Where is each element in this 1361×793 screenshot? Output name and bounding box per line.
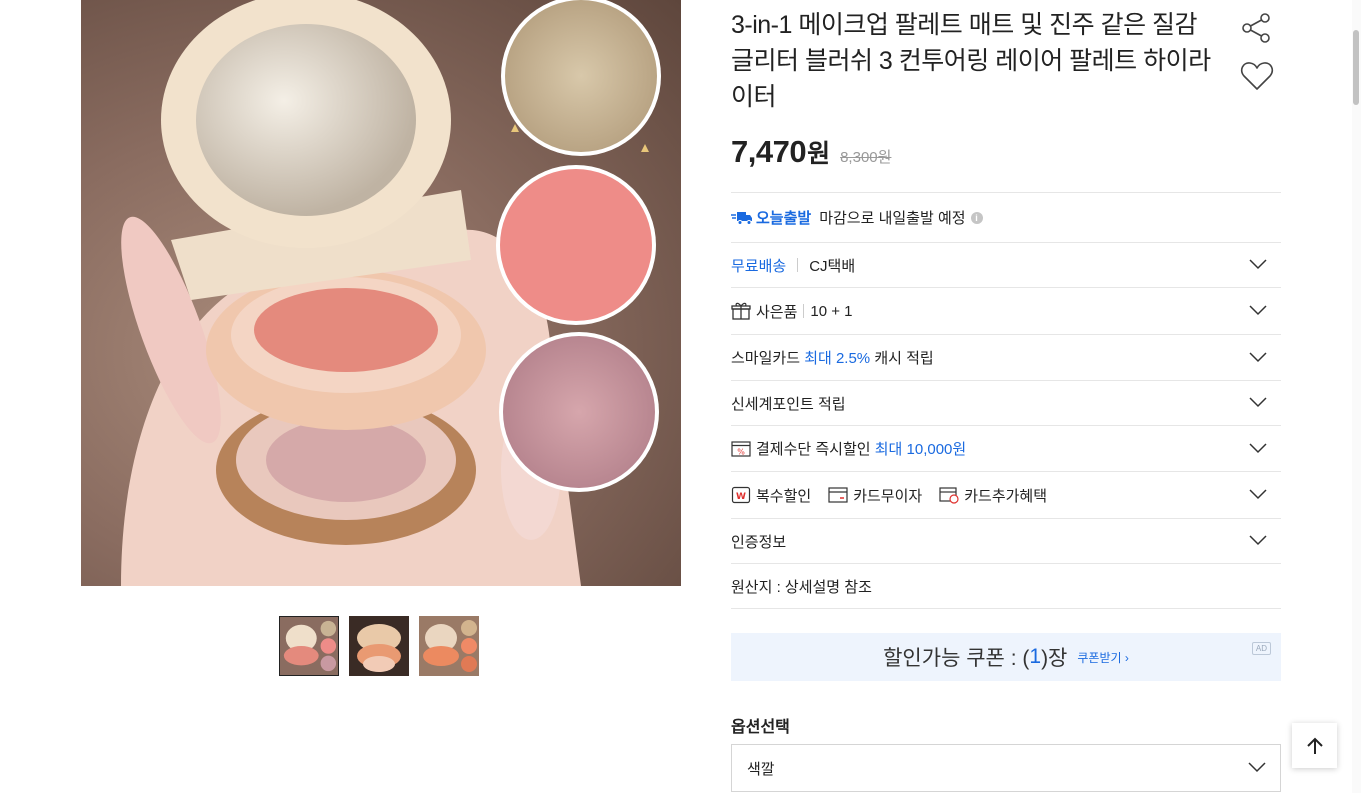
truck-icon — [731, 211, 752, 225]
benefit-rows: 오늘출발 마감으로 내일출발 예정 i 무료배송 CJ택배 사은품 10 + 1 — [731, 192, 1281, 609]
scroll-top-button[interactable] — [1292, 723, 1337, 768]
origin-row: 원산지 : 상세설명 참조 — [731, 564, 1281, 609]
smile-card-highlight: 최대 2.5% — [804, 350, 871, 367]
gift-icon — [731, 302, 751, 320]
chevron-down-icon[interactable] — [1249, 489, 1267, 500]
carrier-name: CJ택배 — [809, 257, 856, 275]
scrollbar-thumb[interactable] — [1353, 30, 1359, 105]
free-shipping-label: 무료배송 — [731, 257, 787, 275]
info-icon[interactable]: i — [970, 211, 983, 224]
certification-label: 인증정보 — [731, 533, 787, 551]
coupon-banner[interactable]: 할인가능 쿠폰 : ( 1 )장 쿠폰받기 › AD — [731, 633, 1281, 681]
chevron-down-icon[interactable] — [1249, 259, 1267, 270]
smile-card-prefix: 스마일카드 — [731, 350, 801, 367]
percent-card-icon: % — [731, 440, 751, 457]
ad-badge: AD — [1251, 642, 1271, 655]
today-delivery-row: 오늘출발 마감으로 내일출발 예정 i — [731, 193, 1281, 243]
get-coupon-link[interactable]: 쿠폰받기 › — [1077, 649, 1129, 666]
page-scrollbar[interactable] — [1352, 0, 1361, 793]
smile-card-suffix: 캐시 적립 — [874, 350, 934, 367]
points-label: 신세계포인트 적립 — [731, 395, 846, 413]
chevron-down-icon[interactable] — [1249, 535, 1267, 546]
option-label: 옵션선택 — [731, 719, 790, 736]
payment-label: 결제수단 즉시할인 — [756, 441, 871, 458]
coupon-prefix: 할인가능 쿠폰 : ( — [883, 647, 1030, 670]
points-row[interactable]: 신세계포인트 적립 — [731, 381, 1281, 426]
origin-label: 원산지 : 상세설명 참조 — [731, 578, 872, 596]
svg-text:%: % — [737, 447, 745, 456]
gift-row[interactable]: 사은품 10 + 1 — [731, 288, 1281, 335]
certification-row[interactable]: 인증정보 — [731, 519, 1281, 564]
gift-label: 사은품 — [756, 303, 798, 321]
option-selected-value: 색깔 — [747, 760, 775, 778]
multi-discount-label: 복수할인 — [756, 487, 812, 505]
gift-value: 10 + 1 — [810, 302, 853, 320]
divider — [797, 258, 799, 272]
sale-price: 7,470 — [731, 134, 807, 169]
coupon-suffix: )장 — [1041, 647, 1068, 670]
today-delivery-badge: 오늘출발 — [731, 207, 811, 228]
delivery-note: 마감으로 내일출발 예정 — [819, 210, 966, 227]
card-interest-free: 카드무이자 — [828, 485, 922, 506]
svg-text:W: W — [736, 492, 746, 502]
payment-highlight: 최대 10,000원 — [874, 441, 967, 458]
arrow-up-icon — [1306, 737, 1323, 754]
chevron-down-icon[interactable] — [1248, 762, 1266, 773]
multi-discount-icon: W — [731, 486, 751, 504]
coupon-count: 1 — [1029, 645, 1042, 668]
card-benefits-row[interactable]: W 복수할인 카드무이자 카드추가혜택 — [731, 472, 1281, 519]
product-title: 3-in-1 메이크업 팔레트 매트 및 진주 같은 질감 글리터 블러쉬 3 … — [731, 11, 1211, 111]
shipping-row[interactable]: 무료배송 CJ택배 — [731, 243, 1281, 288]
card-extra-benefit: 카드추가혜택 — [939, 485, 1047, 506]
payment-discount-row[interactable]: % 결제수단 즉시할인 최대 10,000원 — [731, 426, 1281, 472]
thumbnail-2[interactable] — [349, 616, 409, 676]
chevron-down-icon[interactable] — [1249, 351, 1267, 363]
color-option-select[interactable]: 색깔 — [731, 744, 1281, 792]
price-row: 7,470 원 8,300원 — [731, 134, 891, 170]
heart-icon[interactable] — [1240, 60, 1274, 92]
card-icon — [828, 487, 848, 503]
thumbnail-1[interactable] — [279, 616, 339, 676]
original-price: 8,300원 — [840, 149, 892, 166]
chevron-down-icon[interactable] — [1249, 305, 1267, 316]
smile-card-row[interactable]: 스마일카드 최대 2.5% 캐시 적립 — [731, 335, 1281, 381]
card-interest-free-label: 카드무이자 — [853, 487, 923, 505]
card-extra-benefit-label: 카드추가혜택 — [964, 487, 1048, 505]
divider — [803, 304, 805, 318]
today-delivery-label: 오늘출발 — [756, 210, 812, 227]
thumbnail-3[interactable] — [419, 616, 479, 676]
product-main-image[interactable] — [81, 0, 681, 586]
chevron-down-icon[interactable] — [1249, 442, 1267, 454]
chevron-down-icon[interactable] — [1249, 397, 1267, 408]
thumbnail-strip — [279, 616, 479, 676]
multi-discount: W 복수할인 — [731, 485, 811, 506]
price-unit: 원 — [807, 140, 831, 168]
share-icon[interactable] — [1241, 12, 1273, 44]
card-plus-icon — [939, 487, 959, 504]
